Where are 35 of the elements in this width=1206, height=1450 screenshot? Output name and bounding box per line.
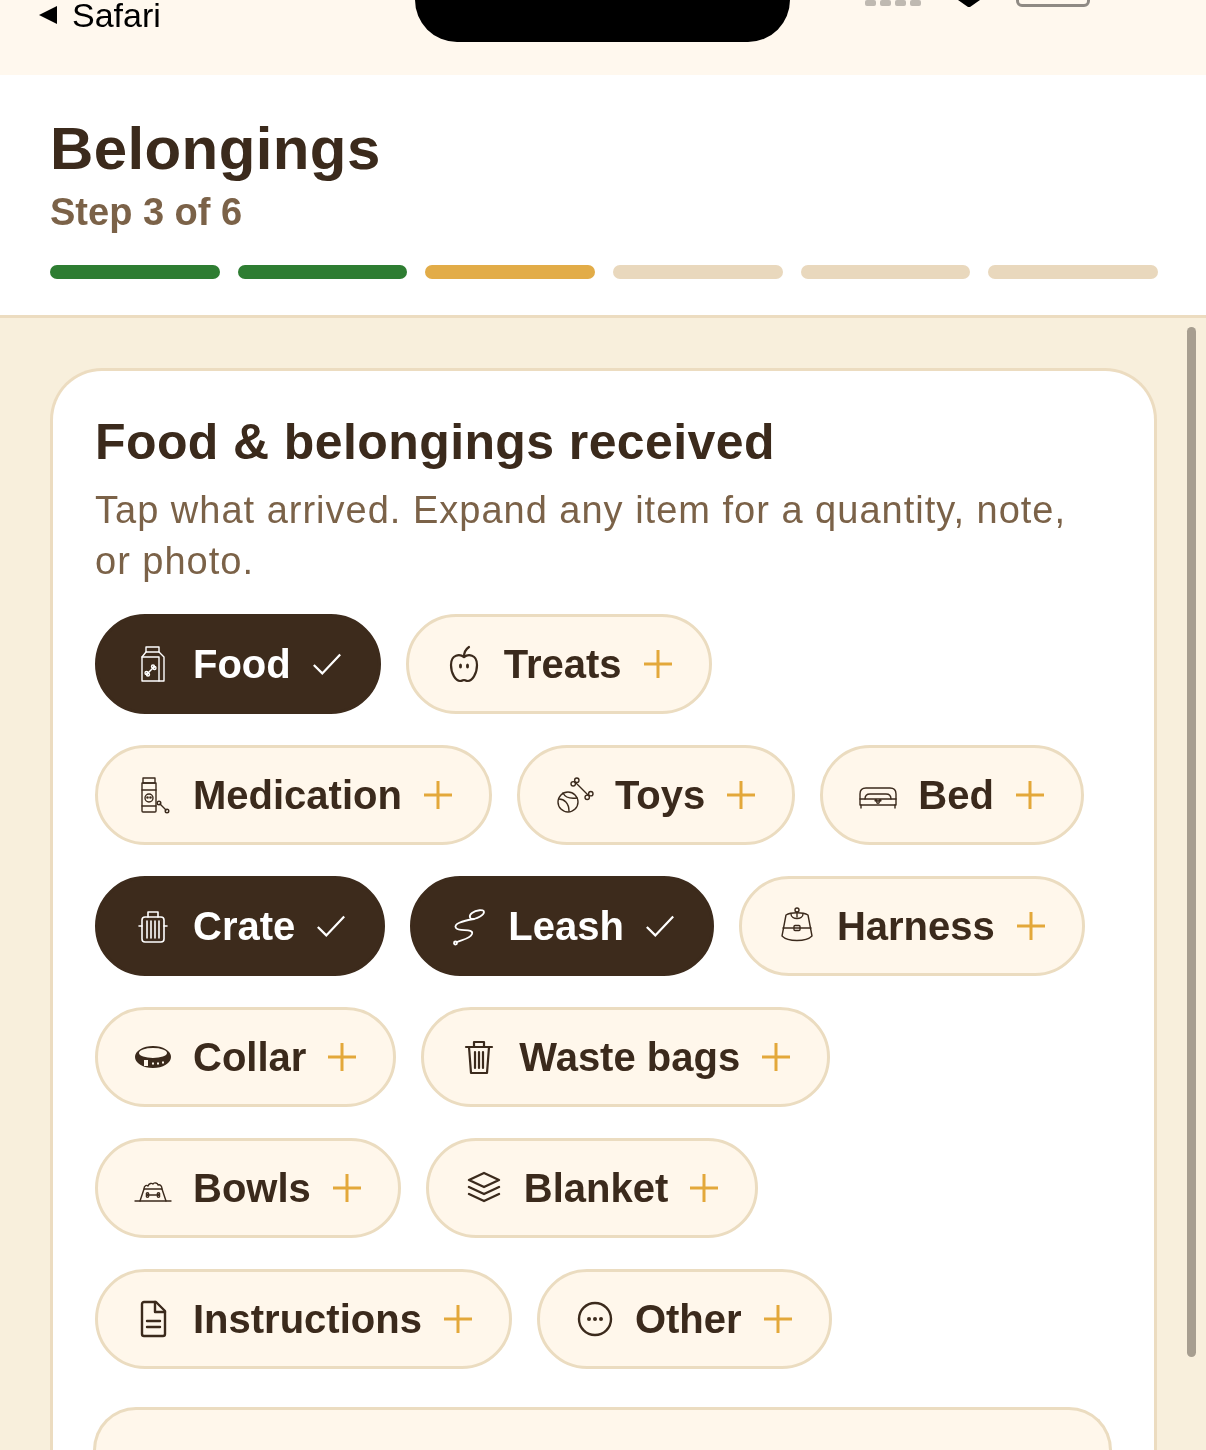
plus-icon <box>641 648 674 680</box>
plus-icon <box>761 1303 794 1335</box>
signal-icon <box>865 0 922 6</box>
category-chip[interactable]: Toys <box>516 745 796 845</box>
category-chip[interactable]: Medication <box>95 745 492 845</box>
plus-icon <box>760 1041 793 1073</box>
plus-icon <box>441 1303 474 1335</box>
category-chip[interactable]: Collar <box>95 1007 397 1107</box>
category-chip[interactable]: Treats <box>405 614 712 714</box>
plus-icon <box>1014 910 1047 942</box>
back-icon <box>38 5 58 25</box>
category-chip[interactable]: Instructions <box>95 1269 512 1369</box>
ball-and-bone-icon <box>554 775 595 815</box>
category-chip[interactable]: Crate <box>95 876 386 976</box>
back-link[interactable]: Safari <box>38 0 415 30</box>
category-chip[interactable]: Blanket <box>425 1138 759 1238</box>
card-description: Tap what arrived. Expand any item for a quantity, note, or photo. <box>95 488 1068 584</box>
plus-icon <box>326 1041 359 1073</box>
page-title: Belongings <box>50 114 382 183</box>
plus-icon <box>725 779 758 811</box>
category-chip[interactable]: Bowls <box>95 1138 401 1238</box>
category-chip[interactable]: Other <box>536 1269 832 1369</box>
wifi-icon <box>958 0 980 7</box>
plus-icon <box>688 1172 721 1204</box>
category-chip[interactable]: Leash <box>410 876 714 976</box>
plus-icon <box>1013 779 1046 811</box>
step-label: Step 3 of 6 <box>50 190 244 234</box>
category-chip[interactable]: Food <box>95 614 381 714</box>
plus-icon <box>330 1172 363 1204</box>
card-title: Food & belongings received <box>95 414 776 470</box>
category-chip[interactable]: Harness <box>738 876 1085 976</box>
category-chip[interactable]: Waste bags <box>421 1007 831 1107</box>
battery-icon <box>1016 0 1090 7</box>
plus-icon <box>421 779 454 811</box>
category-chip[interactable]: Bed <box>820 745 1084 845</box>
